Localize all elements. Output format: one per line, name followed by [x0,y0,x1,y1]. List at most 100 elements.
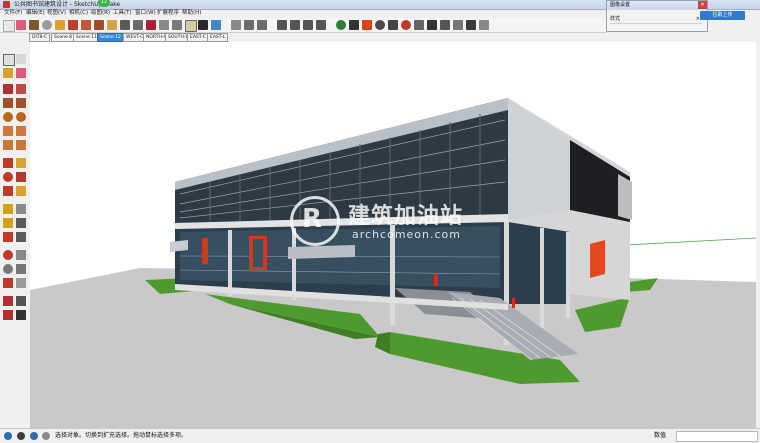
arc-tool-icon[interactable] [3,126,13,136]
rotate-icon[interactable] [81,20,91,30]
notification-badge[interactable]: 12 [98,0,110,7]
axes-tool-icon[interactable] [3,232,13,242]
follow-me-icon[interactable] [16,172,26,182]
pie-tool-icon[interactable] [16,140,26,150]
rotate-tool-icon[interactable] [3,172,13,182]
walk-tool-icon[interactable] [3,310,13,320]
position-camera-icon[interactable] [3,296,13,306]
instructor-icon[interactable] [42,432,50,440]
axes-icon[interactable] [146,20,156,30]
shaded-icon[interactable] [375,20,385,30]
section-plane-icon[interactable] [16,310,26,320]
menu-view[interactable]: 视图(V) [47,9,66,18]
warehouse-icon[interactable] [453,20,463,30]
textured-icon[interactable] [388,20,398,30]
monochrome-icon[interactable] [401,20,411,30]
pan-tool-icon[interactable] [16,250,26,260]
credits-icon[interactable] [17,432,25,440]
polygon-tool-icon[interactable] [16,112,26,122]
freehand-tool-icon[interactable] [16,84,26,94]
menu-camera[interactable]: 相机(C) [69,9,88,18]
select-icon[interactable] [3,20,15,32]
scale-tool-icon[interactable] [3,186,13,196]
tape-measure-icon[interactable] [3,204,13,214]
dimension-tool-icon[interactable] [16,204,26,214]
text-tool-icon[interactable] [16,218,26,228]
look-around-icon[interactable] [16,296,26,306]
3d-text-icon[interactable] [16,232,26,242]
wireframe-icon[interactable] [349,20,359,30]
pencil-icon[interactable] [29,20,39,30]
help-icon[interactable] [30,432,38,440]
hidden-line-icon[interactable] [362,20,372,30]
tab-scene[interactable]: Scene 8 [51,33,76,42]
section-icon[interactable] [231,20,241,30]
upload-button[interactable]: 拉取上传 [700,11,745,20]
menu-window[interactable]: 窗口(W) [135,9,156,18]
fog-icon[interactable] [440,20,450,30]
push-pull-tool-icon[interactable] [16,158,26,168]
component-tool-icon[interactable] [16,54,26,64]
menu-edit[interactable]: 编辑(E) [26,9,45,18]
menu-bar: 文件(F) 编辑(E) 视图(V) 相机(C) 绘图(R) 工具(T) 窗口(W… [0,9,600,18]
circle-icon[interactable] [42,20,52,30]
components-icon[interactable] [185,20,197,32]
sandbox-icon[interactable] [414,20,424,30]
left-view-icon[interactable] [316,20,326,30]
text-icon[interactable] [133,20,143,30]
rotated-rect-icon[interactable] [16,98,26,108]
tray-styles-row[interactable]: 样式 × [610,15,702,24]
materials-icon[interactable] [198,20,208,30]
zoom-extents-tool-icon[interactable] [3,278,13,288]
right-view-icon[interactable] [290,20,300,30]
offset-tool-icon[interactable] [16,186,26,196]
zoom-tool-icon[interactable] [3,264,13,274]
tab-scene[interactable]: Scene 11 [73,33,100,42]
sketchup-app-icon [3,1,10,8]
select-tool-icon[interactable] [3,54,15,66]
eraser-tool-icon[interactable] [16,68,26,78]
tab-scene[interactable]: EAST-C [187,33,209,42]
two-point-arc-icon[interactable] [16,126,26,136]
close-icon[interactable]: × [698,1,707,9]
menu-file[interactable]: 文件(F) [4,9,22,18]
tray-title: 图像设置 [607,1,707,10]
xray-icon[interactable] [336,20,346,30]
front-view-icon[interactable] [277,20,287,30]
line-tool-icon[interactable] [3,84,13,94]
circle-tool-icon[interactable] [3,112,13,122]
top-view-icon[interactable] [257,20,267,30]
shadow-icon[interactable] [427,20,437,30]
extension-icon[interactable] [466,20,476,30]
tab-scene[interactable]: DIT8-C [29,33,51,42]
eraser-icon[interactable] [16,20,26,30]
offset-icon[interactable] [107,20,117,30]
zoom-window-icon[interactable] [16,264,26,274]
tape-icon[interactable] [120,20,130,30]
previous-view-icon[interactable] [16,278,26,288]
menu-help[interactable]: 帮助(H) [182,9,201,18]
zoom-extents-icon[interactable] [479,20,489,30]
menu-draw[interactable]: 绘图(R) [91,9,110,18]
scale-icon[interactable] [94,20,104,30]
model-viewport[interactable]: R 建筑加油站 archcomeon.com [30,42,756,428]
move-tool-icon[interactable] [3,158,13,168]
menu-extensions[interactable]: 扩展程序 [157,9,179,18]
paint-bucket-icon[interactable] [3,68,13,78]
geo-location-icon[interactable] [4,432,12,440]
tab-scene[interactable]: EAST-L [207,33,229,42]
pan-icon[interactable] [172,20,182,30]
styles-icon[interactable] [211,20,221,30]
menu-tools[interactable]: 工具(T) [113,9,132,18]
three-point-arc-icon[interactable] [3,140,13,150]
move-icon[interactable] [68,20,78,30]
back-view-icon[interactable] [303,20,313,30]
orbit-tool-icon[interactable] [3,250,13,260]
protractor-icon[interactable] [3,218,13,228]
iso-view-icon[interactable] [244,20,254,30]
rectangle-tool-icon[interactable] [3,98,13,108]
measurements-input[interactable] [676,431,758,442]
tab-scene-active[interactable]: Scene 12 [97,33,124,42]
orbit-icon[interactable] [159,20,169,30]
push-pull-icon[interactable] [55,20,65,30]
